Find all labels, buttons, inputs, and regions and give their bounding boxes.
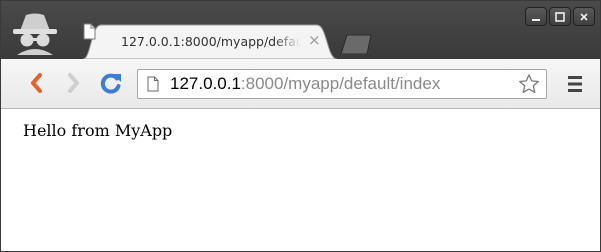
url-path: :8000/myapp/default/index: [240, 74, 441, 93]
page-icon: [147, 76, 159, 92]
incognito-icon: [13, 13, 57, 55]
close-icon: [580, 12, 588, 21]
new-tab-button[interactable]: [341, 34, 373, 54]
forward-button[interactable]: [59, 69, 87, 97]
url-text: 127.0.0.1:8000/myapp/default/index: [170, 74, 440, 94]
toolbar: 127.0.0.1:8000/myapp/default/index: [1, 59, 600, 109]
tab-close-button[interactable]: ×: [308, 32, 321, 48]
page-icon: [83, 23, 96, 40]
tab-active[interactable]: 127.0.0.1:8000/myapp/default/index ×: [83, 23, 337, 59]
minimize-button[interactable]: [525, 7, 547, 26]
tab-strip: 127.0.0.1:8000/myapp/default/index ×: [1, 1, 600, 59]
page-content: Hello from MyApp: [1, 109, 600, 251]
maximize-button[interactable]: [549, 7, 571, 26]
hamburger-menu-icon[interactable]: [563, 73, 587, 95]
forward-arrow-icon: [68, 73, 79, 93]
browser-window: 127.0.0.1:8000/myapp/default/index ×: [0, 0, 601, 252]
close-button[interactable]: [573, 7, 595, 26]
window-controls: [525, 7, 595, 26]
star-icon[interactable]: [518, 73, 540, 95]
back-arrow-icon: [31, 73, 42, 93]
maximize-icon: [555, 11, 565, 22]
reload-button[interactable]: [97, 69, 125, 97]
tab-title: 127.0.0.1:8000/myapp/default/index: [121, 34, 301, 49]
page-text: Hello from MyApp: [23, 121, 173, 140]
minimize-icon: [532, 18, 540, 21]
reload-icon: [100, 73, 121, 94]
url-host: 127.0.0.1: [170, 74, 241, 93]
back-button[interactable]: [23, 69, 51, 97]
address-bar[interactable]: 127.0.0.1:8000/myapp/default/index: [137, 69, 547, 99]
